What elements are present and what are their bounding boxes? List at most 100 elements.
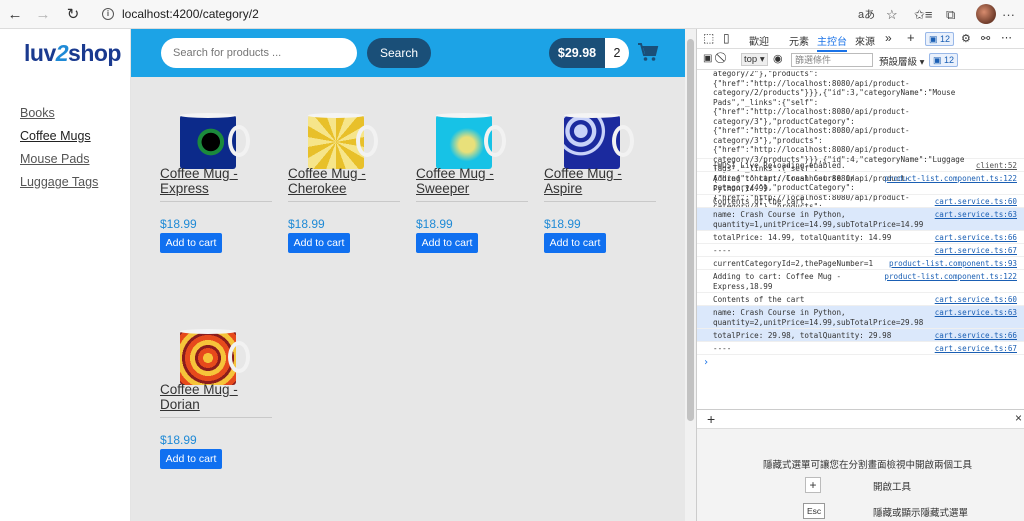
- favorite-star-icon[interactable]: ☆: [886, 4, 898, 26]
- cart-quantity[interactable]: 2: [605, 38, 629, 68]
- tab-welcome[interactable]: 歡迎: [749, 33, 769, 48]
- console-prompt[interactable]: ›: [703, 357, 709, 368]
- console-message: name: Crash Course in Python, quantity=2…: [713, 308, 924, 327]
- page-scrollbar[interactable]: [685, 29, 696, 521]
- category-link-coffee-mugs[interactable]: Coffee Mugs: [20, 129, 91, 143]
- profile-avatar[interactable]: [976, 4, 996, 24]
- console-row: Adding to cart: Coffee Mug - Express,18.…: [697, 270, 1024, 293]
- log-levels-select[interactable]: 預設層級 ▾: [879, 54, 924, 68]
- category-link-luggage-tags[interactable]: Luggage Tags: [20, 175, 98, 189]
- console-message: totalPrice: 14.99, totalQuantity: 14.99: [713, 233, 892, 242]
- context-select[interactable]: top ▾: [741, 53, 768, 66]
- product-price: $18.99: [160, 433, 197, 447]
- issues-counter[interactable]: ▣ 12: [929, 53, 959, 67]
- address-url: localhost:4200/category/2: [122, 7, 259, 21]
- reload-icon[interactable]: ↻: [62, 4, 84, 26]
- tab-sources[interactable]: 來源: [855, 33, 875, 48]
- product-price: $18.99: [416, 217, 453, 231]
- add-tab-icon[interactable]: +: [907, 30, 915, 45]
- product-image[interactable]: [180, 327, 252, 387]
- divider: [416, 201, 528, 202]
- product-image[interactable]: [308, 111, 380, 171]
- console-source-link[interactable]: product-list.component.ts:93: [889, 259, 1017, 268]
- eye-icon[interactable]: ◉: [773, 52, 783, 65]
- issues-badge[interactable]: ▣ 12: [925, 32, 955, 46]
- product-name[interactable]: Coffee Mug - Aspire: [544, 166, 656, 196]
- add-to-cart-button[interactable]: Add to cart: [416, 233, 478, 253]
- device-toggle-icon[interactable]: ▯: [723, 31, 730, 45]
- console-message: [WDS] Live Reloading enabled.: [713, 161, 846, 170]
- back-icon[interactable]: ←: [4, 4, 26, 26]
- product-name[interactable]: Coffee Mug - Cherokee: [288, 166, 400, 196]
- drawer-close-icon[interactable]: ×: [1015, 411, 1022, 425]
- console-message: Contents of the cart: [713, 295, 805, 304]
- console-row: Adding to cart: Crash Course in Python,1…: [697, 172, 1024, 195]
- console-source-link[interactable]: cart.service.ts:60: [935, 295, 1017, 304]
- console-source-link[interactable]: cart.service.ts:63: [935, 308, 1017, 317]
- console-source-link[interactable]: cart.service.ts:67: [935, 246, 1017, 255]
- divider: [544, 201, 656, 202]
- tab-elements[interactable]: 元素: [789, 33, 809, 48]
- console-row: ---- cart.service.ts:67: [697, 342, 1024, 355]
- console-message: totalPrice: 29.98, totalQuantity: 29.98: [713, 331, 892, 340]
- category-link-books[interactable]: Books: [20, 106, 55, 120]
- console-row: totalPrice: 14.99, totalQuantity: 14.99 …: [697, 231, 1024, 244]
- product-grid: Coffee Mug - Express $18.99 Add to cart …: [131, 77, 685, 521]
- product-image[interactable]: [180, 111, 252, 171]
- inspect-icon[interactable]: ⬚: [703, 31, 714, 45]
- settings-gear-icon[interactable]: ⚙: [961, 32, 971, 45]
- favorites-icon[interactable]: ✩≡: [914, 4, 932, 26]
- console-source-link[interactable]: product-list.component.ts:122: [884, 272, 1017, 281]
- more-menu-icon[interactable]: ···: [1002, 4, 1015, 26]
- console-row: name: Crash Course in Python, quantity=2…: [697, 306, 1024, 329]
- console-filter-input[interactable]: 篩選條件: [791, 53, 873, 67]
- console-source-link[interactable]: cart.service.ts:66: [935, 233, 1017, 242]
- console-toolbar: ▣ ⃠ top ▾ ◉ 篩選條件 預設層級 ▾ ▣ 12: [697, 50, 1024, 70]
- product-image[interactable]: [564, 111, 636, 171]
- console-source-link[interactable]: product-list.component.ts:122: [884, 174, 1017, 183]
- console-row: Contents of the cart cart.service.ts:60: [697, 293, 1024, 306]
- console-message: Contents of the cart: [713, 197, 805, 206]
- category-link-mouse-pads[interactable]: Mouse Pads: [20, 152, 89, 166]
- devtools-more-icon[interactable]: ⋯: [1001, 31, 1012, 44]
- drawer-add-icon[interactable]: +: [707, 411, 715, 427]
- add-to-cart-button[interactable]: Add to cart: [160, 233, 222, 253]
- product-name[interactable]: Coffee Mug - Express: [160, 166, 272, 196]
- product-name[interactable]: Coffee Mug - Sweeper: [416, 166, 528, 196]
- divider: [160, 201, 272, 202]
- console-source-link[interactable]: cart.service.ts:67: [935, 344, 1017, 353]
- console-source-link[interactable]: client:52: [976, 161, 1017, 170]
- console-message: currentCategoryId=2,thePageNumber=1: [713, 259, 874, 268]
- product-price: $18.99: [544, 217, 581, 231]
- product-name[interactable]: Coffee Mug - Dorian: [160, 382, 272, 412]
- devtools-panel: ⬚ ▯ 歡迎 元素 主控台 來源 » + ▣ 12 ⚙ ⚯ ⋯ ▣ ⃠ top …: [696, 29, 1024, 521]
- console-source-link[interactable]: cart.service.ts:63: [935, 210, 1017, 219]
- add-to-cart-button[interactable]: Add to cart: [544, 233, 606, 253]
- header-bar: Search $29.98 2: [131, 29, 685, 77]
- search-button[interactable]: Search: [367, 38, 431, 68]
- connection-icon[interactable]: ⚯: [981, 32, 990, 45]
- sidebar-toggle-icon[interactable]: ▣: [703, 53, 712, 64]
- luv2shop-logo[interactable]: luv2shop: [24, 40, 121, 67]
- console-message: ----: [713, 344, 732, 353]
- read-aloud-icon[interactable]: aあ: [858, 4, 875, 26]
- more-tabs-icon[interactable]: »: [885, 31, 892, 45]
- console-source-link[interactable]: cart.service.ts:66: [935, 331, 1017, 340]
- open-tool-plus-icon[interactable]: +: [805, 477, 821, 493]
- collections-icon[interactable]: ⧉: [946, 4, 955, 26]
- address-bar[interactable]: i localhost:4200/category/2: [94, 3, 674, 25]
- open-tool-label: 開啟工具: [873, 482, 912, 493]
- forward-icon[interactable]: →: [32, 4, 54, 26]
- divider: [160, 417, 272, 418]
- add-to-cart-button[interactable]: Add to cart: [160, 449, 222, 469]
- console-message: ----: [713, 246, 732, 255]
- console-json-entry: ategory/2"},"products":{"href":"http://l…: [697, 71, 1024, 230]
- console-source-link[interactable]: cart.service.ts:60: [935, 197, 1017, 206]
- search-input[interactable]: [161, 38, 357, 68]
- site-info-icon[interactable]: i: [102, 8, 114, 20]
- add-to-cart-button[interactable]: Add to cart: [288, 233, 350, 253]
- product-image[interactable]: [436, 111, 508, 171]
- scrollbar-thumb[interactable]: [687, 39, 694, 421]
- shopping-cart-icon[interactable]: [637, 42, 659, 62]
- cart-total[interactable]: $29.98: [549, 38, 605, 68]
